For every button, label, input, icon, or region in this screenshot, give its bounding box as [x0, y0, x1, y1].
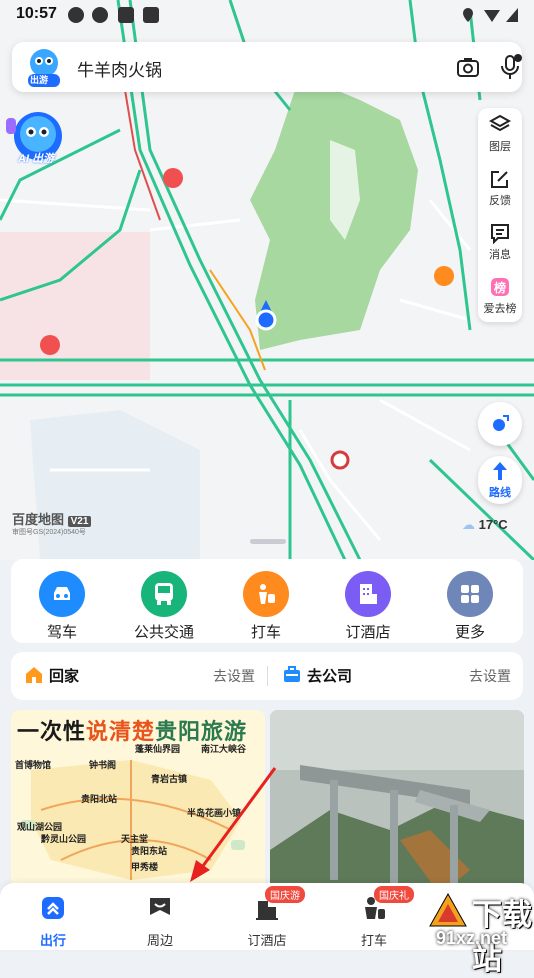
- place-label: 青岩古镇: [151, 774, 188, 784]
- home-icon: [26, 667, 42, 683]
- app-notification-icon: [92, 7, 108, 23]
- route-button[interactable]: 路线: [478, 456, 522, 504]
- cloud-icon: ☁: [462, 517, 475, 532]
- travel-icon: [42, 897, 64, 919]
- feed-card-bridge-photo[interactable]: [270, 710, 524, 895]
- taxi-label: 打车: [250, 624, 281, 641]
- more-button[interactable]: 更多: [430, 571, 510, 642]
- app-notification-icon: [143, 7, 159, 23]
- nav-taxi-label: 打车: [360, 933, 387, 948]
- feedback-label: 反馈: [489, 195, 511, 207]
- nav-hotel[interactable]: 国庆游 订酒店: [227, 886, 307, 949]
- search-input[interactable]: 牛羊肉火锅: [77, 56, 162, 81]
- messages-label: 消息: [489, 249, 511, 261]
- home-company-shortcuts: 回家 去设置 去公司 去设置: [11, 652, 523, 700]
- nav-taxi[interactable]: 国庆礼 打车: [334, 886, 414, 949]
- temperature: 17°C: [478, 517, 508, 532]
- nav-nearby[interactable]: 周边: [120, 895, 200, 949]
- nav-hotel-badge: 国庆游: [265, 886, 305, 903]
- place-label: 蓬莱仙界园: [135, 744, 181, 754]
- site-watermark: 下载站 91xz.net: [428, 890, 534, 976]
- camera-icon[interactable]: [456, 56, 480, 78]
- transit-button[interactable]: 公共交通: [124, 571, 204, 642]
- nav-hotel-label: 订酒店: [247, 933, 287, 948]
- map-brand: 百度地图 V21: [12, 509, 92, 528]
- drag-handle[interactable]: [250, 539, 286, 544]
- system-status-icons: [463, 8, 518, 22]
- hotel-button[interactable]: 订酒店: [328, 571, 408, 642]
- drive-button[interactable]: 驾车: [22, 571, 102, 642]
- ranking-button[interactable]: 榜 爱去榜: [478, 270, 522, 322]
- nav-travel[interactable]: 出行: [13, 895, 93, 949]
- status-time: 10:57: [16, 5, 57, 22]
- messages-button[interactable]: 消息: [478, 216, 522, 268]
- nearby-icon: [150, 898, 170, 915]
- bus-icon: [141, 571, 187, 617]
- feed-card-guiyang-guide[interactable]: 一次性说清楚贵阳旅游 蓬莱仙界园 南江大峡谷 首博物馆 钟书阁 青岩古镇 贵阳北…: [11, 710, 265, 895]
- home-label[interactable]: 回家: [49, 665, 79, 686]
- place-label: 黔灵山公园: [41, 834, 87, 844]
- ranking-icon: 榜: [491, 278, 509, 296]
- nav-travel-label: 出行: [39, 933, 66, 948]
- weather: ☁ 17°C: [462, 517, 508, 533]
- feedback-button[interactable]: 反馈: [478, 162, 522, 214]
- layers-label: 图层: [489, 141, 511, 153]
- home-setup-link[interactable]: 去设置: [213, 666, 255, 686]
- place-label: 半岛花画小镇: [187, 808, 242, 818]
- hotel-label: 订酒店: [345, 624, 391, 641]
- drive-label: 驾车: [46, 624, 77, 641]
- layers-button[interactable]: 图层: [478, 108, 522, 160]
- car-icon: [39, 571, 85, 617]
- company-setup-link[interactable]: 去设置: [469, 666, 511, 686]
- place-label: 贵阳东站: [131, 846, 168, 856]
- edit-icon: [491, 171, 508, 188]
- layers-icon: [489, 114, 511, 132]
- taxi-button[interactable]: 打车: [226, 571, 306, 642]
- taxi-icon: [243, 571, 289, 617]
- bridge-photo: [270, 710, 524, 895]
- hotel-icon: [345, 571, 391, 617]
- map-brand-name: 百度地图: [12, 512, 65, 527]
- ai-assistant-label: AI 出游: [18, 153, 55, 165]
- place-label: 钟书阁: [89, 760, 117, 770]
- route-icon: [493, 462, 507, 480]
- place-label: 南江大峡谷: [201, 744, 247, 754]
- app-notification-icon: [118, 7, 134, 23]
- message-icon: [491, 224, 509, 244]
- map-approval: 审图号GS(2024)0540号: [12, 529, 86, 536]
- ranking-label: 爱去榜: [483, 303, 517, 315]
- locate-icon: [493, 415, 509, 431]
- transit-label: 公共交通: [133, 624, 194, 641]
- more-icon: [447, 571, 493, 617]
- mascot-label: 出游: [30, 75, 49, 85]
- place-label: 首博物馆: [15, 760, 52, 770]
- briefcase-icon: [284, 666, 300, 682]
- nav-taxi-badge: 国庆礼: [374, 886, 414, 903]
- quick-actions: 驾车 公共交通 打车 订酒店 更多: [11, 559, 523, 643]
- site-logo-icon: [429, 892, 467, 927]
- more-label: 更多: [454, 624, 485, 641]
- svg-text:榜: 榜: [494, 280, 506, 295]
- site-domain: 91xz.net: [436, 928, 508, 948]
- place-label: 贵阳北站: [81, 794, 118, 804]
- map-tools-panel: 图层 反馈 消息 榜 爱去榜: [478, 108, 522, 322]
- map-version: V21: [67, 516, 92, 527]
- app-notification-icon: [68, 7, 84, 23]
- search-bar[interactable]: 出游 牛羊肉火锅: [12, 42, 522, 92]
- nav-nearby-label: 周边: [146, 933, 173, 948]
- company-label[interactable]: 去公司: [307, 665, 352, 686]
- route-label: 路线: [489, 487, 511, 499]
- divider: [267, 666, 268, 686]
- locate-button[interactable]: [478, 402, 522, 446]
- microphone-icon[interactable]: [498, 54, 522, 80]
- status-bar: 10:57: [0, 0, 534, 30]
- place-label: 甲秀楼: [131, 862, 159, 872]
